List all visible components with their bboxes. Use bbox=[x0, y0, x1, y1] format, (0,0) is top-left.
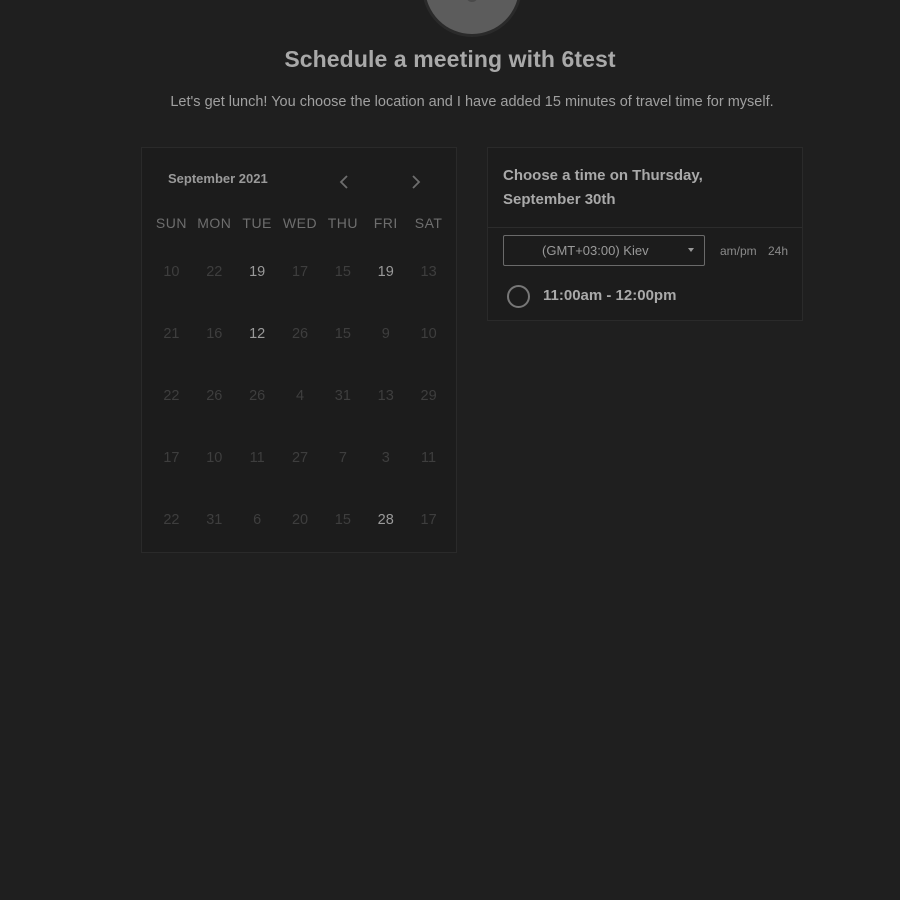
weekday-label: THU bbox=[327, 215, 358, 231]
calendar-day: 15 bbox=[334, 512, 351, 528]
weekday-label: WED bbox=[282, 215, 318, 231]
chevron-left-icon bbox=[339, 175, 348, 189]
calendar-day-available[interactable]: 19 bbox=[364, 264, 407, 280]
calendar-day: 13 bbox=[377, 388, 394, 404]
format-ampm-toggle[interactable]: am/pm bbox=[720, 244, 757, 258]
calendar-day: 17 bbox=[420, 512, 437, 528]
calendar-day: 22 bbox=[206, 264, 223, 280]
calendar-day: 20 bbox=[291, 512, 309, 528]
calendar-day: 31 bbox=[206, 512, 223, 528]
weekday-label: MON bbox=[197, 215, 232, 231]
calendar-day-available[interactable]: 19 bbox=[236, 264, 279, 280]
calendar-day: 11 bbox=[249, 450, 265, 466]
calendar-day: 6 bbox=[253, 512, 262, 528]
time-slot-label: 11:00am - 12:00pm bbox=[543, 287, 677, 304]
caret-down-icon bbox=[688, 248, 694, 252]
timezone-value: (GMT+03:00) Kiev bbox=[542, 243, 649, 258]
calendar-day: 22 bbox=[163, 512, 180, 528]
calendar-grid: 10 22 19 17 15 19 13 21 16 12 26 15 9 10 22 26 26 4 31 13 29… bbox=[150, 241, 450, 551]
weekday-label: SAT bbox=[414, 215, 443, 231]
calendar-card: September 2021 SUN MON TUE WED THU FRI SAT 10 2… bbox=[141, 147, 457, 553]
calendar-week-row: 22 31 6 20 15 28 17 bbox=[150, 489, 450, 551]
calendar-day: 13 bbox=[420, 264, 437, 280]
calendar-day: 27 bbox=[291, 450, 309, 466]
calendar-day: 21 bbox=[163, 326, 180, 342]
calendar-week-row: 17 10 11 27 7 3 11 bbox=[150, 427, 450, 489]
weekday-label: FRI bbox=[373, 215, 398, 231]
calendar-day: 15 bbox=[334, 264, 351, 280]
calendar-day-available[interactable]: 12 bbox=[236, 326, 279, 342]
weekday-header: SUN MON TUE WED THU FRI SAT bbox=[150, 215, 450, 231]
timezone-select[interactable]: (GMT+03:00) Kiev bbox=[503, 235, 705, 266]
avatar bbox=[425, 0, 519, 34]
calendar-day: 17 bbox=[291, 264, 309, 280]
calendar-day: 26 bbox=[249, 388, 266, 404]
prev-month-button[interactable] bbox=[338, 174, 352, 190]
time-picker-card: Choose a time on Thursday, September 30t… bbox=[487, 147, 803, 321]
calendar-day: 26 bbox=[291, 326, 309, 342]
time-picker-heading: Choose a time on Thursday, September 30t… bbox=[503, 167, 703, 208]
calendar-week-row: 22 26 26 4 31 13 29 bbox=[150, 365, 450, 427]
calendar-month-label: September 2021 bbox=[168, 171, 268, 186]
radio-circle-icon[interactable] bbox=[507, 285, 530, 308]
calendar-day: 16 bbox=[206, 326, 223, 342]
calendar-week-row: 10 22 19 17 15 19 13 bbox=[150, 241, 450, 303]
divider bbox=[488, 227, 802, 228]
calendar-day: 11 bbox=[421, 450, 437, 466]
calendar-day: 17 bbox=[163, 450, 180, 466]
calendar-day-available[interactable]: 28 bbox=[364, 512, 407, 528]
calendar-day: 7 bbox=[338, 450, 347, 466]
scheduling-page: Schedule a meeting with 6test Let's get … bbox=[0, 0, 900, 900]
page-title: Schedule a meeting with 6test bbox=[284, 46, 616, 72]
time-slot-option[interactable]: 11:00am - 12:00pm bbox=[507, 285, 767, 309]
calendar-day: 4 bbox=[295, 388, 305, 404]
calendar-day: 3 bbox=[381, 450, 390, 466]
calendar-day: 10 bbox=[420, 326, 437, 342]
calendar-day: 10 bbox=[163, 264, 180, 280]
weekday-label: SUN bbox=[155, 215, 187, 231]
chevron-right-icon bbox=[412, 175, 421, 189]
page-description: Let's get lunch! You choose the location… bbox=[170, 94, 774, 110]
weekday-label: TUE bbox=[242, 215, 272, 231]
calendar-week-row: 21 16 12 26 15 9 10 bbox=[150, 303, 450, 365]
next-month-button[interactable] bbox=[408, 174, 422, 190]
calendar-day: 22 bbox=[163, 388, 180, 404]
calendar-day: 29 bbox=[420, 388, 437, 404]
calendar-day: 26 bbox=[206, 388, 223, 404]
calendar-day: 15 bbox=[334, 326, 351, 342]
format-24h-toggle[interactable]: 24h bbox=[768, 244, 788, 258]
calendar-day: 10 bbox=[206, 450, 223, 466]
calendar-day: 9 bbox=[381, 326, 390, 342]
calendar-day: 31 bbox=[334, 388, 351, 404]
